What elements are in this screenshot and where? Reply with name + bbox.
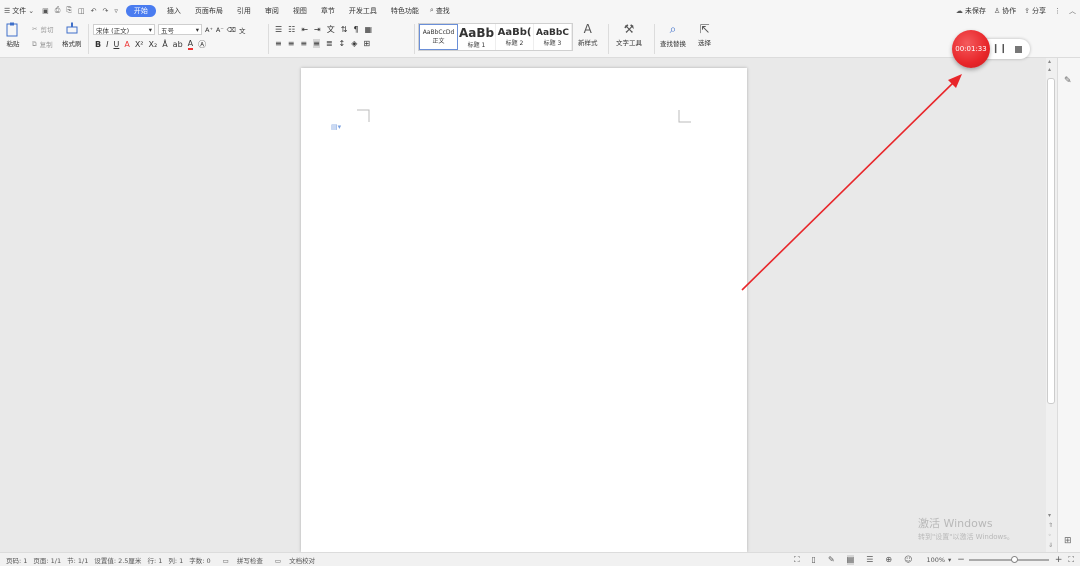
status-page[interactable]: 页码: 1: [6, 555, 27, 565]
zoom-slider-thumb[interactable]: [1010, 555, 1018, 563]
status-col[interactable]: 列: 1: [168, 555, 183, 565]
spell-check-label: 拼写检查: [236, 556, 263, 565]
fit-page-icon[interactable]: ⛶: [1068, 555, 1074, 565]
status-words[interactable]: 字数: 0: [189, 555, 210, 565]
status-bar: 页码: 1 页面: 1/1 节: 1/1 设置值: 2.5厘米 行: 1 列: …: [0, 552, 1080, 566]
zoom-in-icon[interactable]: +: [1055, 555, 1063, 565]
view-modes: ⛶ ▯ ✎ ▤ ☰ ⊕ ☺: [788, 554, 912, 565]
proofread-label: 文档校对: [289, 556, 316, 565]
spell-check-button[interactable]: ▭ 拼写检查: [217, 555, 263, 565]
zoom-level[interactable]: 100%: [926, 556, 945, 564]
status-position[interactable]: 设置值: 2.5厘米: [94, 555, 141, 565]
zoom-slider[interactable]: [968, 555, 1049, 563]
proofread-icon: ▭: [274, 556, 284, 565]
zoom-out-icon[interactable]: −: [957, 555, 965, 565]
web-view-icon[interactable]: ⊕: [885, 555, 892, 565]
screen-recorder-widget: ❙❙ 00:01:33: [952, 30, 1030, 68]
arrow-shaft: [741, 79, 957, 291]
status-section[interactable]: 节: 1/1: [67, 555, 88, 565]
record-time: 00:01:33: [955, 45, 987, 53]
status-pages[interactable]: 页面: 1/1: [33, 555, 61, 565]
outline-view-icon[interactable]: ☰: [866, 555, 873, 565]
status-row[interactable]: 行: 1: [147, 555, 162, 565]
page-view-icon[interactable]: ▤: [846, 554, 855, 565]
windows-activation-watermark: 激活 Windows 转到"设置"以激活 Windows。: [918, 515, 1014, 542]
eye-protect-icon[interactable]: ☺: [904, 555, 912, 565]
spell-check-icon: ▭: [222, 556, 231, 565]
fullscreen-icon[interactable]: ⛶: [794, 555, 800, 565]
proofread-button[interactable]: ▭ 文档校对: [269, 555, 315, 565]
stop-icon[interactable]: [1015, 45, 1022, 53]
record-timer-button[interactable]: 00:01:33: [952, 30, 990, 68]
read-mode-icon[interactable]: ▯: [812, 555, 816, 565]
watermark-subtitle: 转到"设置"以激活 Windows。: [918, 533, 1014, 541]
pause-icon[interactable]: ❙❙: [992, 44, 1007, 54]
annotation-arrow: [741, 74, 962, 291]
write-mode-icon[interactable]: ✎: [828, 555, 835, 565]
zoom-dropdown-icon[interactable]: ▾: [948, 556, 951, 564]
watermark-title: 激活 Windows: [918, 517, 993, 530]
